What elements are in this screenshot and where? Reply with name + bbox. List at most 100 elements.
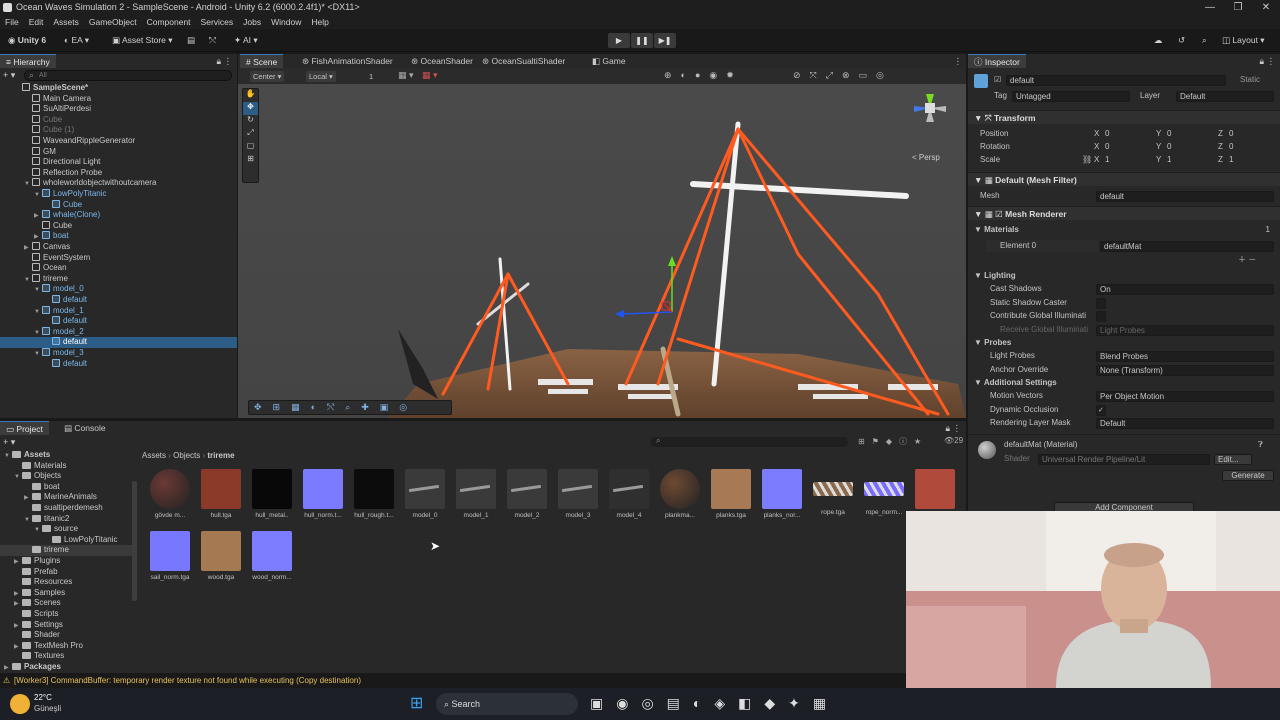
- hierarchy-item[interactable]: ▼ LowPolyTitanic: [0, 189, 237, 200]
- hierarchy-item[interactable]: default: [0, 358, 237, 370]
- project-folder-item[interactable]: Resources: [0, 577, 132, 588]
- tab-game[interactable]: ◧ Game: [586, 54, 632, 68]
- hierarchy-item[interactable]: Reflection Probe: [0, 167, 237, 179]
- hierarchy-item[interactable]: Cube: [0, 199, 237, 211]
- asset-item[interactable]: gövde m...: [146, 469, 194, 523]
- grid-snap-field[interactable]: 1: [366, 71, 376, 82]
- foldout-arrow-icon[interactable]: ▶: [4, 663, 12, 674]
- layer-dropdown[interactable]: Default: [1176, 91, 1274, 102]
- hierarchy-item[interactable]: ▼ model_2: [0, 326, 237, 338]
- asset-item[interactable]: model_3: [554, 469, 602, 523]
- active-checkbox[interactable]: ☑: [994, 74, 1001, 86]
- layout-dropdown[interactable]: ◫ Layout ▾: [1218, 33, 1269, 48]
- hierarchy-item[interactable]: SuAltiPerdesi: [0, 104, 237, 115]
- project-folder-item[interactable]: ▶ Scenes: [0, 598, 132, 609]
- project-folder-item[interactable]: ▶ Samples: [0, 588, 132, 599]
- view-tool-icon[interactable]: ✋: [243, 89, 258, 102]
- mesh-field[interactable]: default: [1096, 191, 1274, 202]
- light-probes-dropdown[interactable]: Blend Probes: [1096, 351, 1274, 362]
- shader-dropdown[interactable]: Universal Render Pipeline/Lit: [1038, 454, 1210, 465]
- hierarchy-item[interactable]: ▼ wholeworldobjectwithoutcamera: [0, 178, 237, 189]
- menu-file[interactable]: File: [5, 15, 19, 29]
- tab-ocean-sualti-shader[interactable]: ⊛ OceanSualtiShader: [476, 54, 571, 68]
- receive-gi-dropdown[interactable]: Light Probes: [1096, 325, 1274, 336]
- object-name-field[interactable]: default: [1006, 75, 1226, 86]
- search-button[interactable]: ⌕: [1198, 33, 1211, 48]
- asset-item[interactable]: model_2: [503, 469, 551, 523]
- kebab-menu-icon[interactable]: ⋮: [1267, 54, 1276, 68]
- static-label[interactable]: Static: [1240, 74, 1260, 86]
- lock-icon[interactable]: 🔒︎: [1259, 54, 1264, 68]
- tab-inspector[interactable]: ⓘ Inspector: [968, 54, 1026, 68]
- tab-scene[interactable]: # Scene: [240, 54, 284, 68]
- axis-x-label[interactable]: X: [1094, 141, 1099, 153]
- hierarchy-item[interactable]: ▼ trireme: [0, 273, 237, 285]
- project-folder-item[interactable]: Scripts: [0, 609, 132, 620]
- axis-y-label[interactable]: Y: [1156, 141, 1161, 153]
- asset-item[interactable]: planks.tga: [707, 469, 755, 523]
- asset-item[interactable]: rope.tga: [809, 469, 857, 523]
- asset-item[interactable]: plankma...: [656, 469, 704, 523]
- overlay-options-icons[interactable]: ⊘⤧⤢⊗▭◎: [793, 70, 893, 81]
- hierarchy-item[interactable]: Cube (1): [0, 125, 237, 136]
- hierarchy-item[interactable]: Main Camera: [0, 93, 237, 105]
- close-button[interactable]: ✕: [1252, 0, 1280, 15]
- asset-item[interactable]: hull_metal..: [248, 469, 296, 523]
- tab-ocean-shader[interactable]: ⊛ OceanShader: [405, 54, 479, 68]
- menu-services[interactable]: Services: [201, 15, 234, 29]
- kebab-menu-icon[interactable]: ⋮: [953, 421, 962, 435]
- project-folder-item[interactable]: Shader: [0, 630, 132, 641]
- weather-condition[interactable]: Güneşli: [34, 704, 61, 713]
- hierarchy-item[interactable]: Directional Light: [0, 157, 237, 168]
- project-folder-item[interactable]: boat: [0, 482, 132, 493]
- tree-scrollbar[interactable]: [132, 481, 137, 601]
- asset-item[interactable]: model_1: [452, 469, 500, 523]
- add-remove-element[interactable]: ＋ －: [1238, 254, 1256, 266]
- mesh-filter-header[interactable]: ▼ ▦ Default (Mesh Filter): [968, 172, 1280, 186]
- motion-vectors-dropdown[interactable]: Per Object Motion: [1096, 391, 1274, 402]
- hierarchy-item[interactable]: default: [0, 337, 237, 348]
- hierarchy-item[interactable]: Cube: [0, 220, 237, 232]
- tab-hierarchy[interactable]: ≡ Hierarchy: [0, 54, 56, 68]
- materials-count[interactable]: 1: [1226, 225, 1274, 236]
- add-object-button[interactable]: + ▾: [3, 70, 19, 81]
- dynamic-occlusion-checkbox[interactable]: ✓: [1096, 405, 1106, 416]
- hierarchy-item[interactable]: ▼ model_3: [0, 348, 237, 359]
- transform-tool-icon[interactable]: ⊞: [243, 154, 258, 167]
- additional-settings-foldout[interactable]: ▼ Additional Settings: [974, 377, 1057, 389]
- project-folder-item[interactable]: ▼ Assets: [0, 450, 132, 461]
- project-folder-item[interactable]: ▼ source: [0, 524, 132, 535]
- ai-dropdown[interactable]: ✦ AI ▾: [230, 33, 262, 48]
- hierarchy-item[interactable]: default: [0, 295, 237, 306]
- project-folder-item[interactable]: Textures: [0, 651, 132, 662]
- project-search-input[interactable]: ⌕: [650, 436, 848, 447]
- snap-icon[interactable]: ▦ ▾: [422, 70, 438, 81]
- axis-z-label[interactable]: Z: [1218, 154, 1223, 166]
- rotate-tool-icon[interactable]: ↻: [243, 115, 258, 128]
- menu-component[interactable]: Component: [147, 15, 191, 29]
- history-button[interactable]: ↺: [1174, 33, 1189, 48]
- edit-shader-button[interactable]: Edit...: [1214, 454, 1252, 465]
- pivot-dropdown[interactable]: Center ▾: [250, 71, 285, 82]
- project-folder-item[interactable]: sualtiperdemesh: [0, 503, 132, 514]
- cloud-button[interactable]: ☁: [1150, 33, 1167, 48]
- asset-item[interactable]: hull_norm.t...: [299, 469, 347, 523]
- project-folder-item[interactable]: ▼ titanic2: [0, 514, 132, 525]
- position-x-field[interactable]: 0: [1102, 129, 1152, 140]
- hierarchy-item[interactable]: SampleScene*: [0, 83, 237, 94]
- axis-z-label[interactable]: Z: [1218, 141, 1223, 153]
- lighting-foldout[interactable]: ▼ Lighting: [974, 270, 1016, 282]
- hierarchy-item[interactable]: ▶ boat: [0, 231, 237, 242]
- project-folder-item[interactable]: ▶ TextMesh Pro: [0, 641, 132, 652]
- hierarchy-item[interactable]: WaveandRippleGenerator: [0, 136, 237, 147]
- project-folder-item[interactable]: Prefab: [0, 567, 132, 578]
- static-shadow-caster-checkbox[interactable]: [1096, 298, 1106, 309]
- hierarchy-item[interactable]: Ocean: [0, 263, 237, 274]
- pause-button[interactable]: ❚❚: [631, 33, 653, 48]
- project-folder-item[interactable]: ▶ Plugins: [0, 556, 132, 567]
- breadcrumb-trireme[interactable]: trireme: [207, 451, 234, 460]
- hierarchy-item[interactable]: ▶ Canvas: [0, 242, 237, 253]
- breadcrumb-objects[interactable]: Objects: [173, 451, 200, 460]
- hierarchy-item[interactable]: ▶ whale(Clone): [0, 210, 237, 221]
- create-asset-button[interactable]: + ▾: [3, 437, 15, 448]
